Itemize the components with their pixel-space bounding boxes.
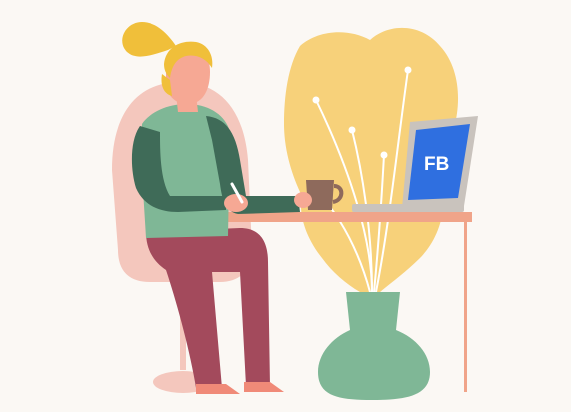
person: [122, 22, 312, 394]
left-shoe: [196, 384, 240, 394]
vase: [318, 292, 430, 400]
illustration-canvas: FB: [0, 0, 571, 412]
workspace-illustration: FB: [112, 22, 478, 400]
laptop-base: [352, 204, 464, 212]
writing-hand: [224, 194, 248, 212]
pants: [146, 228, 270, 388]
right-shoe: [244, 382, 284, 392]
laptop-screen-text: FB: [424, 154, 449, 175]
mug-hand: [294, 192, 312, 208]
